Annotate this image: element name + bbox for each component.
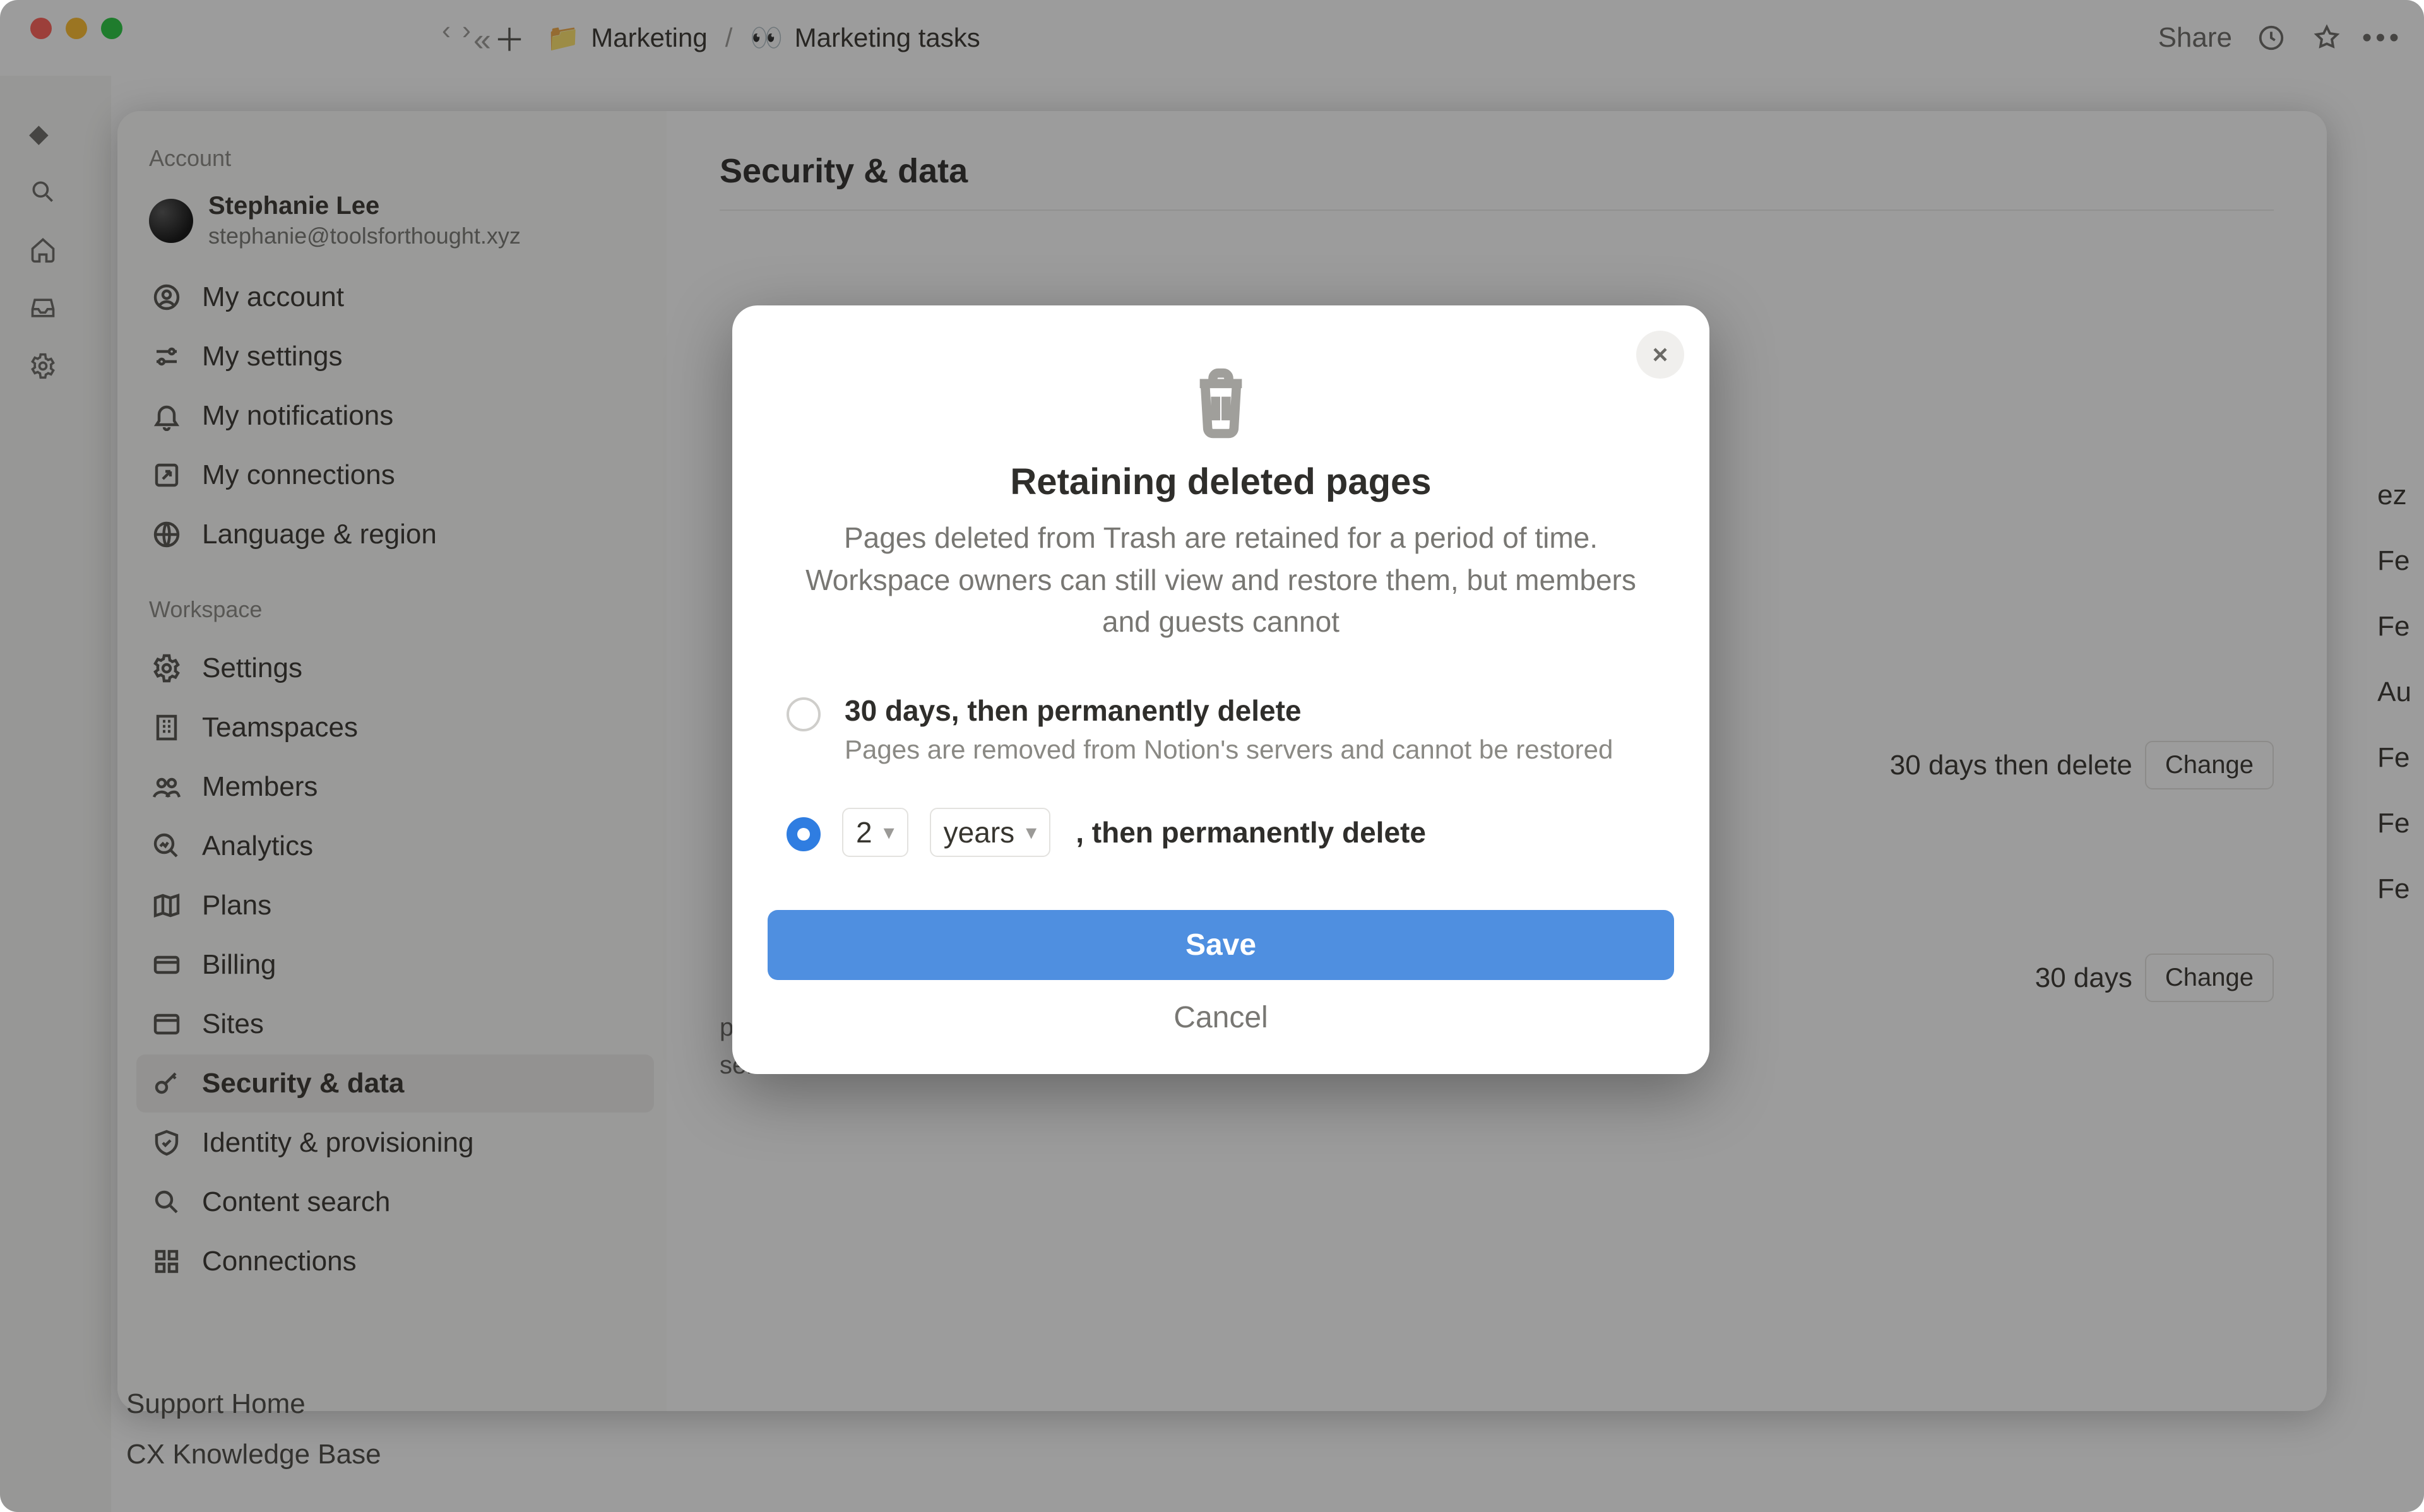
option-suffix: , then permanently delete	[1076, 815, 1426, 849]
option-30-days[interactable]: 30 days, then permanently delete Pages a…	[787, 680, 1655, 794]
option-subtitle: Pages are removed from Notion's servers …	[845, 731, 1613, 769]
retention-modal: Retaining deleted pages Pages deleted fr…	[732, 305, 1709, 1074]
cancel-button[interactable]: Cancel	[768, 980, 1674, 1040]
option-title: 30 days, then permanently delete	[845, 694, 1613, 728]
close-button[interactable]	[1636, 331, 1684, 379]
radio-selected[interactable]	[787, 817, 821, 851]
modal-actions: Save Cancel	[768, 910, 1674, 1040]
unit-value: years	[944, 815, 1014, 849]
number-value: 2	[856, 815, 872, 849]
chevron-down-icon: ▾	[1026, 820, 1037, 845]
save-button[interactable]: Save	[768, 910, 1674, 980]
trash-icon	[1186, 361, 1256, 443]
option-custom[interactable]: 2 ▾ years ▾ , then permanently delete	[787, 794, 1655, 882]
unit-select[interactable]: years ▾	[930, 808, 1051, 857]
chevron-down-icon: ▾	[884, 820, 894, 845]
number-select[interactable]: 2 ▾	[842, 808, 908, 857]
modal-title: Retaining deleted pages	[768, 461, 1674, 503]
app-window: « ‹ › ＋ 📁 Marketing / 👀 Marketing tasks …	[0, 0, 2424, 1512]
modal-description: Pages deleted from Trash are retained fo…	[785, 517, 1656, 643]
modal-options: 30 days, then permanently delete Pages a…	[768, 680, 1674, 882]
radio-unchecked[interactable]	[787, 697, 821, 731]
